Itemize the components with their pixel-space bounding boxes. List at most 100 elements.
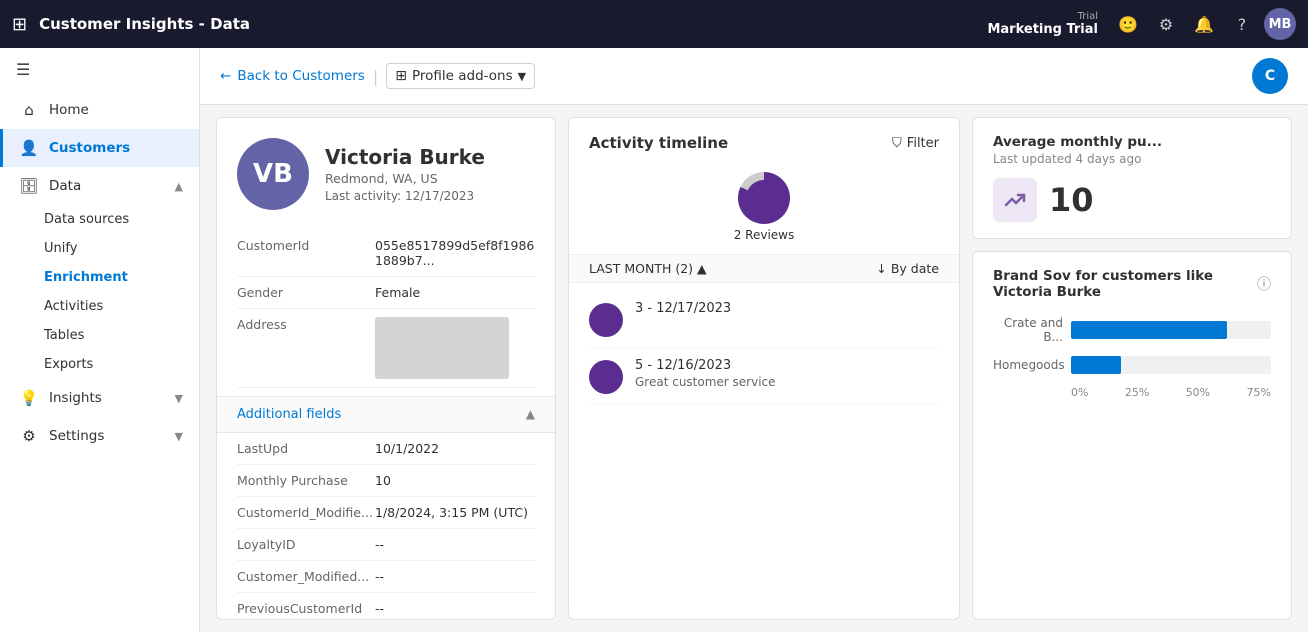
- sort-arrow-icon: ↓: [876, 261, 886, 276]
- bar-label-0: Crate and B...: [993, 316, 1063, 344]
- activity-item-sub-1: Great customer service: [635, 375, 776, 389]
- additional-fields-label: Additional fields: [237, 407, 341, 422]
- field-label-lastupd: LastUpd: [237, 441, 367, 456]
- trending-up-icon: [1003, 188, 1027, 212]
- field-label-gender: Gender: [237, 285, 367, 300]
- field-value-loyaltyid: --: [375, 537, 384, 552]
- field-label-customerid: CustomerId: [237, 238, 367, 253]
- period-text: LAST MONTH (2): [589, 261, 693, 276]
- panels-row: VB Victoria Burke Redmond, WA, US Last a…: [200, 105, 1308, 632]
- bell-icon[interactable]: 🔔: [1188, 8, 1220, 40]
- field-value-customerid-modified: 1/8/2024, 3:15 PM (UTC): [375, 505, 528, 520]
- sidebar-item-label-settings: Settings: [49, 428, 104, 444]
- brand-chart: Crate and B... Homegoods: [993, 316, 1271, 399]
- customer-header: VB Victoria Burke Redmond, WA, US Last a…: [217, 118, 555, 222]
- trial-label: Trial: [1078, 11, 1098, 22]
- field-row-lastupd: LastUpd 10/1/2022: [237, 433, 535, 465]
- sidebar-item-enrichment[interactable]: Enrichment: [0, 263, 199, 292]
- sidebar-item-label-customers: Customers: [49, 140, 130, 156]
- sidebar-item-label-data: Data: [49, 178, 81, 194]
- kpi-subtitle: Last updated 4 days ago: [993, 152, 1271, 166]
- help-icon[interactable]: ?: [1226, 8, 1258, 40]
- sidebar-item-settings[interactable]: ⚙ Settings ▼: [0, 417, 199, 455]
- settings-sidebar-icon: ⚙: [19, 427, 39, 445]
- sort-label: By date: [891, 261, 939, 276]
- profile-addons-button[interactable]: ⊞ Profile add-ons ▼: [386, 63, 535, 89]
- activity-title: Activity timeline: [589, 134, 728, 152]
- activity-items: 3 - 12/17/2023 5 - 12/16/2023 Great cust…: [569, 283, 959, 413]
- data-expand-icon: ▲: [175, 180, 183, 193]
- back-to-customers-button[interactable]: ← Back to Customers: [220, 68, 365, 84]
- field-row-customer-modified: Customer_Modified... --: [237, 561, 535, 593]
- bar-track-1: [1071, 356, 1271, 374]
- activity-header: Activity timeline ⛉ Filter: [569, 118, 959, 160]
- field-row-monthly-purchase: Monthly Purchase 10: [237, 465, 535, 497]
- field-row-address: Address 5800 Fake StreetRedmond, WA 9805…: [237, 309, 535, 388]
- trial-info: Trial Marketing Trial: [987, 11, 1098, 37]
- bar-fill-0: [1071, 321, 1227, 339]
- field-label-loyaltyid: LoyaltyID: [237, 537, 367, 552]
- filter-button[interactable]: ⛉ Filter: [892, 136, 939, 151]
- period-label[interactable]: LAST MONTH (2) ▲: [589, 261, 707, 276]
- field-value-customerid: 055e8517899d5ef8f19861889b7...: [375, 238, 535, 268]
- sidebar-item-insights[interactable]: 💡 Insights ▼: [0, 379, 199, 417]
- activity-dot-0: [589, 303, 623, 337]
- activity-item-content-0: 3 - 12/17/2023: [635, 301, 731, 316]
- topnav-right: Trial Marketing Trial 🙂 ⚙ 🔔 ? MB: [987, 8, 1296, 40]
- customer-location: Redmond, WA, US: [325, 171, 485, 186]
- kpi-card: Average monthly pu... Last updated 4 day…: [972, 117, 1292, 239]
- axis-label-2: 50%: [1186, 386, 1210, 399]
- brand-title-row: Brand Sov for customers like Victoria Bu…: [993, 268, 1271, 300]
- additional-fields-body: LastUpd 10/1/2022 Monthly Purchase 10 Cu…: [217, 433, 555, 620]
- field-label-customer-modified: Customer_Modified...: [237, 569, 367, 584]
- bar-row-1: Homegoods: [993, 356, 1271, 374]
- field-row-gender: Gender Female: [237, 277, 535, 309]
- brand-title: Brand Sov for customers like Victoria Bu…: [993, 268, 1257, 300]
- breadcrumb-separator: |: [373, 67, 378, 86]
- additional-fields-header[interactable]: Additional fields ▲: [217, 396, 555, 433]
- customer-last-activity: Last activity: 12/17/2023: [325, 189, 485, 203]
- field-value-gender: Female: [375, 285, 420, 300]
- settings-icon[interactable]: ⚙: [1150, 8, 1182, 40]
- sidebar-item-activities[interactable]: Activities: [0, 292, 199, 321]
- profile-addons-icon: ⊞: [395, 68, 407, 84]
- activity-dot-1: [589, 360, 623, 394]
- activity-circle: [738, 172, 790, 224]
- period-expand-icon: ▲: [697, 261, 707, 276]
- sidebar-item-tables[interactable]: Tables: [0, 321, 199, 350]
- customer-name: Victoria Burke: [325, 145, 485, 169]
- sidebar-item-label-home: Home: [49, 102, 89, 118]
- kpi-icon: [993, 178, 1037, 222]
- customers-icon: 👤: [19, 139, 39, 157]
- sidebar-hamburger[interactable]: ☰: [0, 48, 199, 91]
- field-label-previous-customerid: PreviousCustomerId: [237, 601, 367, 616]
- customer-info: Victoria Burke Redmond, WA, US Last acti…: [325, 145, 485, 203]
- sidebar-item-customers[interactable]: 👤 Customers: [0, 129, 199, 167]
- activity-item-1: 5 - 12/16/2023 Great customer service: [589, 348, 939, 405]
- sidebar-item-data[interactable]: 🗄 Data ▲: [0, 167, 199, 205]
- activity-item-0: 3 - 12/17/2023: [589, 291, 939, 348]
- axis-label-3: 75%: [1247, 386, 1271, 399]
- sidebar-item-label-insights: Insights: [49, 390, 102, 406]
- home-icon: ⌂: [19, 101, 39, 119]
- user-avatar[interactable]: MB: [1264, 8, 1296, 40]
- sidebar-item-unify[interactable]: Unify: [0, 234, 199, 263]
- field-row-previous-customerid: PreviousCustomerId --: [237, 593, 535, 620]
- ci-logo: C: [1252, 58, 1288, 94]
- insights-expand-icon: ▼: [175, 392, 183, 405]
- breadcrumb-bar: ← Back to Customers | ⊞ Profile add-ons …: [200, 48, 1308, 105]
- sidebar-item-data-sources[interactable]: Data sources: [0, 205, 199, 234]
- field-value-monthly-purchase: 10: [375, 473, 391, 488]
- sidebar-item-exports[interactable]: Exports: [0, 350, 199, 379]
- emoji-icon[interactable]: 🙂: [1112, 8, 1144, 40]
- axis-label-0: 0%: [1071, 386, 1088, 399]
- customer-avatar: VB: [237, 138, 309, 210]
- grid-icon[interactable]: ⊞: [12, 14, 27, 35]
- sidebar-item-home[interactable]: ⌂ Home: [0, 91, 199, 129]
- insights-icon: 💡: [19, 389, 39, 407]
- sort-button[interactable]: ↓ By date: [876, 261, 939, 276]
- axis-label-1: 25%: [1125, 386, 1149, 399]
- additional-fields-toggle-icon: ▲: [526, 407, 535, 421]
- brand-info-icon[interactable]: ⓘ: [1257, 274, 1271, 294]
- filter-label: Filter: [907, 136, 939, 151]
